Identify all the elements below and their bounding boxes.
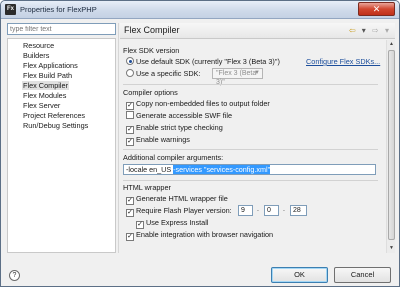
generate-wrapper-checkbox[interactable]: ✓ [126,197,134,205]
accessible-swf-option[interactable]: Generate accessible SWF file [126,111,232,121]
express-install-option[interactable]: ✓ Use Express Install [136,218,209,229]
flash-version-revision[interactable]: 28 [290,205,307,216]
specific-sdk-select: "Flex 3 (Beta 3)" ▼ [212,68,263,86]
default-sdk-radio[interactable] [126,57,134,65]
tree-item-project-references[interactable]: Project References [23,111,85,120]
strict-type-checkbox[interactable]: ✓ [126,126,134,134]
tree-item-flex-modules[interactable]: Flex Modules [23,91,66,100]
express-install-checkbox[interactable]: ✓ [136,221,144,229]
filter-input[interactable] [7,23,116,35]
properties-dialog: Fx Properties for FlexPHP ✕ Resource Bui… [0,0,400,287]
require-flash-option[interactable]: ✓ Require Flash Player version: [126,206,232,217]
flex-app-icon: Fx [5,4,16,15]
browser-nav-option[interactable]: ✓ Enable integration with browser navigat… [126,230,274,241]
accessible-swf-checkbox[interactable] [126,111,134,119]
strict-type-label: Enable strict type checking [136,123,223,132]
page-header: Flex Compiler ⇦ ▾ ⇨ ▾ [120,23,395,39]
require-flash-checkbox[interactable]: ✓ [126,209,134,217]
title-bar[interactable]: Fx Properties for FlexPHP ✕ [1,1,399,19]
strict-type-option[interactable]: ✓ Enable strict type checking [126,123,223,134]
pane-splitter[interactable] [118,23,119,253]
close-button[interactable]: ✕ [358,2,395,16]
specific-sdk-option[interactable]: Use a specific SDK: [126,69,200,79]
version-separator: . [283,206,285,213]
dialog-footer: ? OK Cancel [1,259,399,286]
back-menu-icon[interactable]: ▾ [362,26,366,35]
copy-non-embedded-checkbox[interactable]: ✓ [126,102,134,110]
specific-sdk-radio[interactable] [126,69,134,77]
tree-item-flex-applications[interactable]: Flex Applications [23,61,78,70]
cancel-button[interactable]: Cancel [334,267,391,283]
tree-item-flex-server[interactable]: Flex Server [23,101,60,110]
page-title: Flex Compiler [124,25,180,35]
chevron-down-icon: ▼ [254,70,260,76]
flash-version-minor[interactable]: 0 [264,205,279,216]
default-sdk-label: Use default SDK (currently "Flex 3 (Beta… [136,57,280,66]
warnings-label: Enable warnings [136,135,190,144]
tree-item-flex-compiler[interactable]: Flex Compiler [22,81,70,90]
scroll-up-icon[interactable]: ▲ [387,40,396,49]
warnings-option[interactable]: ✓ Enable warnings [126,135,190,146]
args-plain-text: -locale en_US [126,165,174,174]
scroll-down-icon[interactable]: ▼ [387,244,396,253]
accessible-swf-label: Generate accessible SWF file [136,111,233,120]
sidebar: Resource Builders Flex Applications Flex… [7,23,116,253]
warnings-checkbox[interactable]: ✓ [126,138,134,146]
version-separator: . [257,206,259,213]
default-sdk-option[interactable]: Use default SDK (currently "Flex 3 (Beta… [126,57,280,67]
additional-args-input[interactable]: -locale en_US -services "services-config… [123,164,376,175]
html-wrapper-label: HTML wrapper [123,183,171,192]
generate-wrapper-label: Generate HTML wrapper file [136,194,228,203]
specific-sdk-label: Use a specific SDK: [136,69,201,78]
copy-non-embedded-option[interactable]: ✓ Copy non-embedded files to output folde… [126,99,270,110]
history-nav: ⇦ ▾ ⇨ ▾ [345,26,389,35]
divider [123,84,378,85]
additional-args-label: Additional compiler arguments: [123,153,224,162]
browser-nav-checkbox[interactable]: ✓ [126,233,134,241]
help-icon[interactable]: ? [9,270,20,281]
divider [123,149,378,150]
tree-item-flex-build-path[interactable]: Flex Build Path [23,71,72,80]
vertical-scrollbar[interactable]: ▲ ▼ [386,40,395,253]
forward-arrow-icon[interactable]: ⇨ [372,26,379,35]
tree-item-resource[interactable]: Resource [23,41,54,50]
back-arrow-icon[interactable]: ⇦ [349,26,356,35]
window-title: Properties for FlexPHP [20,5,97,14]
sdk-section-label: Flex SDK version [123,46,180,55]
args-selected-text: -services "services-config.xml" [173,165,271,174]
compiler-options-label: Compiler options [123,88,178,97]
browser-nav-label: Enable integration with browser navigati… [136,230,274,239]
divider [123,180,378,181]
main-pane: Flex Compiler ⇦ ▾ ⇨ ▾ Flex SDK version U… [120,23,395,253]
ok-button[interactable]: OK [271,267,328,283]
copy-non-embedded-label: Copy non-embedded files to output folder [136,99,270,108]
compiler-settings: Flex SDK version Use default SDK (curren… [120,40,395,253]
require-flash-label: Require Flash Player version: [136,206,232,215]
forward-menu-icon[interactable]: ▾ [385,26,389,35]
generate-wrapper-option[interactable]: ✓ Generate HTML wrapper file [126,194,228,205]
tree-item-builders[interactable]: Builders [23,51,49,60]
tree-item-run-debug-settings[interactable]: Run/Debug Settings [23,121,88,130]
scroll-thumb[interactable] [388,50,395,240]
property-tree: Resource Builders Flex Applications Flex… [7,38,116,253]
flash-version-major[interactable]: 9 [238,205,253,216]
express-install-label: Use Express Install [146,218,209,227]
configure-sdks-link[interactable]: Configure Flex SDKs... [306,57,380,66]
